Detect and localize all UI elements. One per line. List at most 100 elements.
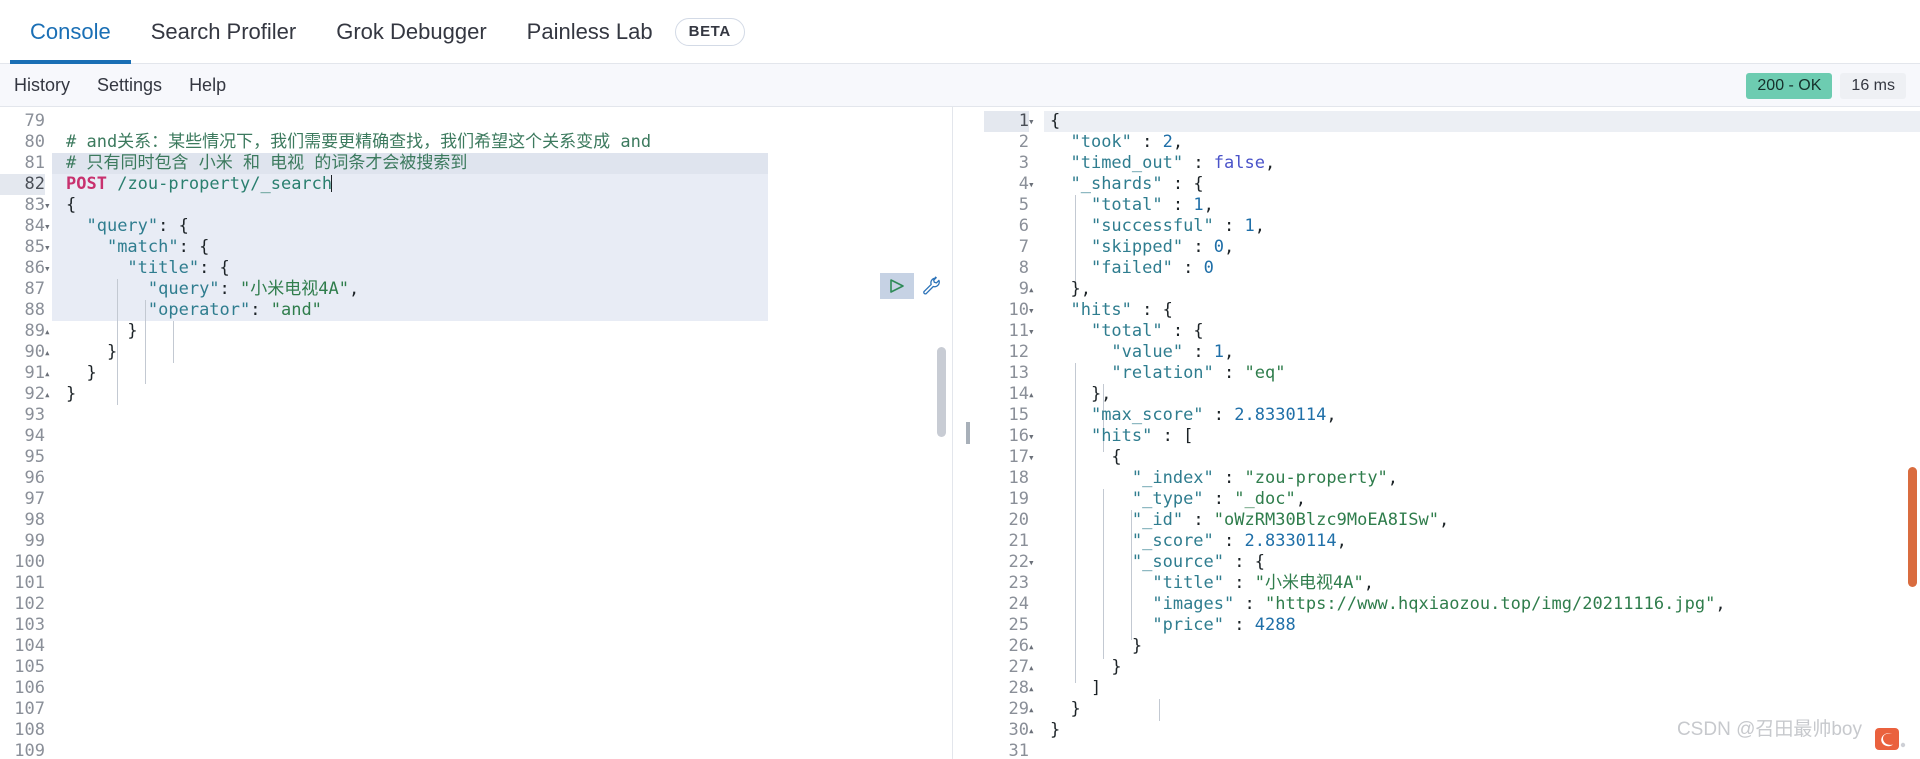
code-line: "_source" : { — [1131, 552, 1265, 572]
line-number: 11 ▾ — [984, 321, 1035, 342]
response-time-badge: 16 ms — [1840, 72, 1906, 99]
line-number: 105 — [14, 657, 45, 677]
tab-search-profiler-label: Search Profiler — [150, 18, 297, 44]
line-number: 83 ▾ — [0, 195, 51, 216]
code-line: }, — [1050, 384, 1112, 404]
request-code-editor[interactable]: 79 80 81 82 83 ▾ 84 ▾ 85 ▾ 86 ▾ 87 88 89 ▴ 90 ▴ 91 ▴ 92 ▴ 93 94… — [0, 107, 952, 759]
line-number: 104 — [14, 636, 45, 656]
line-number: 106 — [14, 678, 45, 698]
line-number: 92 ▴ — [0, 384, 51, 405]
beta-badge: BETA — [674, 17, 745, 46]
line-number: 94 — [24, 426, 45, 446]
code-line: "max_score" : 2.8330114, — [1090, 405, 1337, 425]
tab-console-label: Console — [30, 18, 111, 44]
request-gutter: 79 80 81 82 83 ▾ 84 ▾ 85 ▾ 86 ▾ 87 88 89 ▴ 90 ▴ 91 ▴ 92 ▴ 93 94… — [0, 111, 52, 759]
kibana-dev-tools-app: Console Search Profiler Grok Debugger Pa… — [0, 0, 1920, 759]
code-line: # and关系：某些情况下，我们需要更精确查找，我们希望这个关系变成 and — [66, 132, 652, 152]
code-line: POST /zou-property/_search — [66, 174, 333, 194]
code-line: } — [1050, 636, 1143, 656]
tab-painless-lab[interactable]: Painless Lab — [507, 0, 673, 64]
tab-painless-lab-label: Painless Lab — [526, 18, 653, 44]
line-number: 14 ▴ — [984, 384, 1035, 405]
line-number: 12 — [1008, 342, 1029, 362]
response-editor-scrollbar[interactable] — [1908, 467, 1917, 587]
code-line: "failed" : 0 — [1090, 258, 1214, 278]
code-line: "total" : { — [1090, 321, 1204, 341]
line-number: 4 ▾ — [984, 174, 1035, 195]
line-number: 81 — [24, 153, 45, 173]
code-line: # 只有同时包含 小米 和 电视 的词条才会被搜索到 — [66, 153, 468, 173]
pane-resize-handle[interactable] — [952, 107, 984, 759]
code-line: "value" : 1, — [1111, 342, 1235, 362]
line-number: 1 ▾ — [984, 111, 1035, 132]
request-editor-scrollbar[interactable] — [937, 347, 946, 437]
line-number: 28 ▴ — [984, 678, 1035, 699]
line-number: 15 — [1008, 405, 1029, 425]
line-number: 103 — [14, 615, 45, 635]
top-tab-bar: Console Search Profiler Grok Debugger Pa… — [0, 0, 1920, 64]
line-number: 109 — [14, 741, 45, 759]
line-number: 84 ▾ — [0, 216, 51, 237]
line-number: 25 — [1008, 615, 1029, 635]
request-code[interactable]: # and关系：某些情况下，我们需要更精确查找，我们希望这个关系变成 and # … — [52, 111, 952, 759]
line-number: 5 — [1018, 195, 1029, 215]
line-number: 6 — [1018, 216, 1029, 236]
code-line: "_score" : 2.8330114, — [1131, 531, 1347, 551]
code-line: } — [66, 384, 77, 404]
line-number: 102 — [14, 594, 45, 614]
response-code-editor[interactable]: 1 ▾ 2 3 4 ▾ 5 6 7 8 9 ▴ 10 ▾ 11 ▾ 12 13 14 ▴ 15 16 ▾ 17 ▾ 18 19 20 2… — [984, 107, 1920, 759]
line-number: 18 — [1008, 468, 1029, 488]
code-line: "title": { — [127, 258, 230, 278]
submenu-item-history[interactable]: History — [14, 75, 70, 96]
tab-grok-debugger-label: Grok Debugger — [336, 18, 487, 44]
console-submenu-bar: History Settings Help 200 - OK 16 ms — [0, 64, 1920, 107]
line-number: 10 ▾ — [984, 300, 1035, 321]
code-line: ] — [1050, 678, 1102, 698]
tab-search-profiler[interactable]: Search Profiler — [131, 0, 317, 64]
code-line: "match": { — [106, 237, 210, 257]
response-status-group: 200 - OK 16 ms — [1746, 64, 1906, 107]
line-number: 16 ▾ — [984, 426, 1035, 447]
line-number: 95 — [24, 447, 45, 467]
code-line: "skipped" : 0, — [1090, 237, 1235, 257]
line-number: 13 — [1008, 363, 1029, 383]
line-number: 9 ▴ — [984, 279, 1035, 300]
line-number: 23 — [1008, 573, 1029, 593]
line-number: 97 — [24, 489, 45, 509]
response-editor-pane[interactable]: 1 ▾ 2 3 4 ▾ 5 6 7 8 9 ▴ 10 ▾ 11 ▾ 12 13 14 ▴ 15 16 ▾ 17 ▾ 18 19 20 2… — [984, 107, 1920, 759]
code-line: "hits" : { — [1070, 300, 1173, 320]
code-line: "price" : 4288 — [1152, 615, 1296, 635]
code-line: } — [1050, 720, 1061, 740]
submenu-item-settings[interactable]: Settings — [97, 75, 162, 96]
play-icon[interactable] — [880, 273, 914, 299]
line-number: 19 — [1008, 489, 1029, 509]
code-line: "timed_out" : false, — [1070, 153, 1276, 173]
tab-console[interactable]: Console — [10, 0, 131, 64]
line-number: 2 — [1018, 132, 1029, 152]
wrench-icon[interactable] — [918, 273, 946, 299]
line-number: 107 — [14, 699, 45, 719]
request-editor-pane[interactable]: 79 80 81 82 83 ▾ 84 ▾ 85 ▾ 86 ▾ 87 88 89 ▴ 90 ▴ 91 ▴ 92 ▴ 93 94… — [0, 107, 952, 759]
tab-grok-debugger[interactable]: Grok Debugger — [316, 0, 506, 64]
submenu-item-help[interactable]: Help — [189, 75, 226, 96]
line-number: 3 — [1018, 153, 1029, 173]
request-action-buttons[interactable] — [880, 273, 946, 299]
code-line: "operator": "and" — [147, 300, 322, 320]
line-number: 96 — [24, 468, 45, 488]
